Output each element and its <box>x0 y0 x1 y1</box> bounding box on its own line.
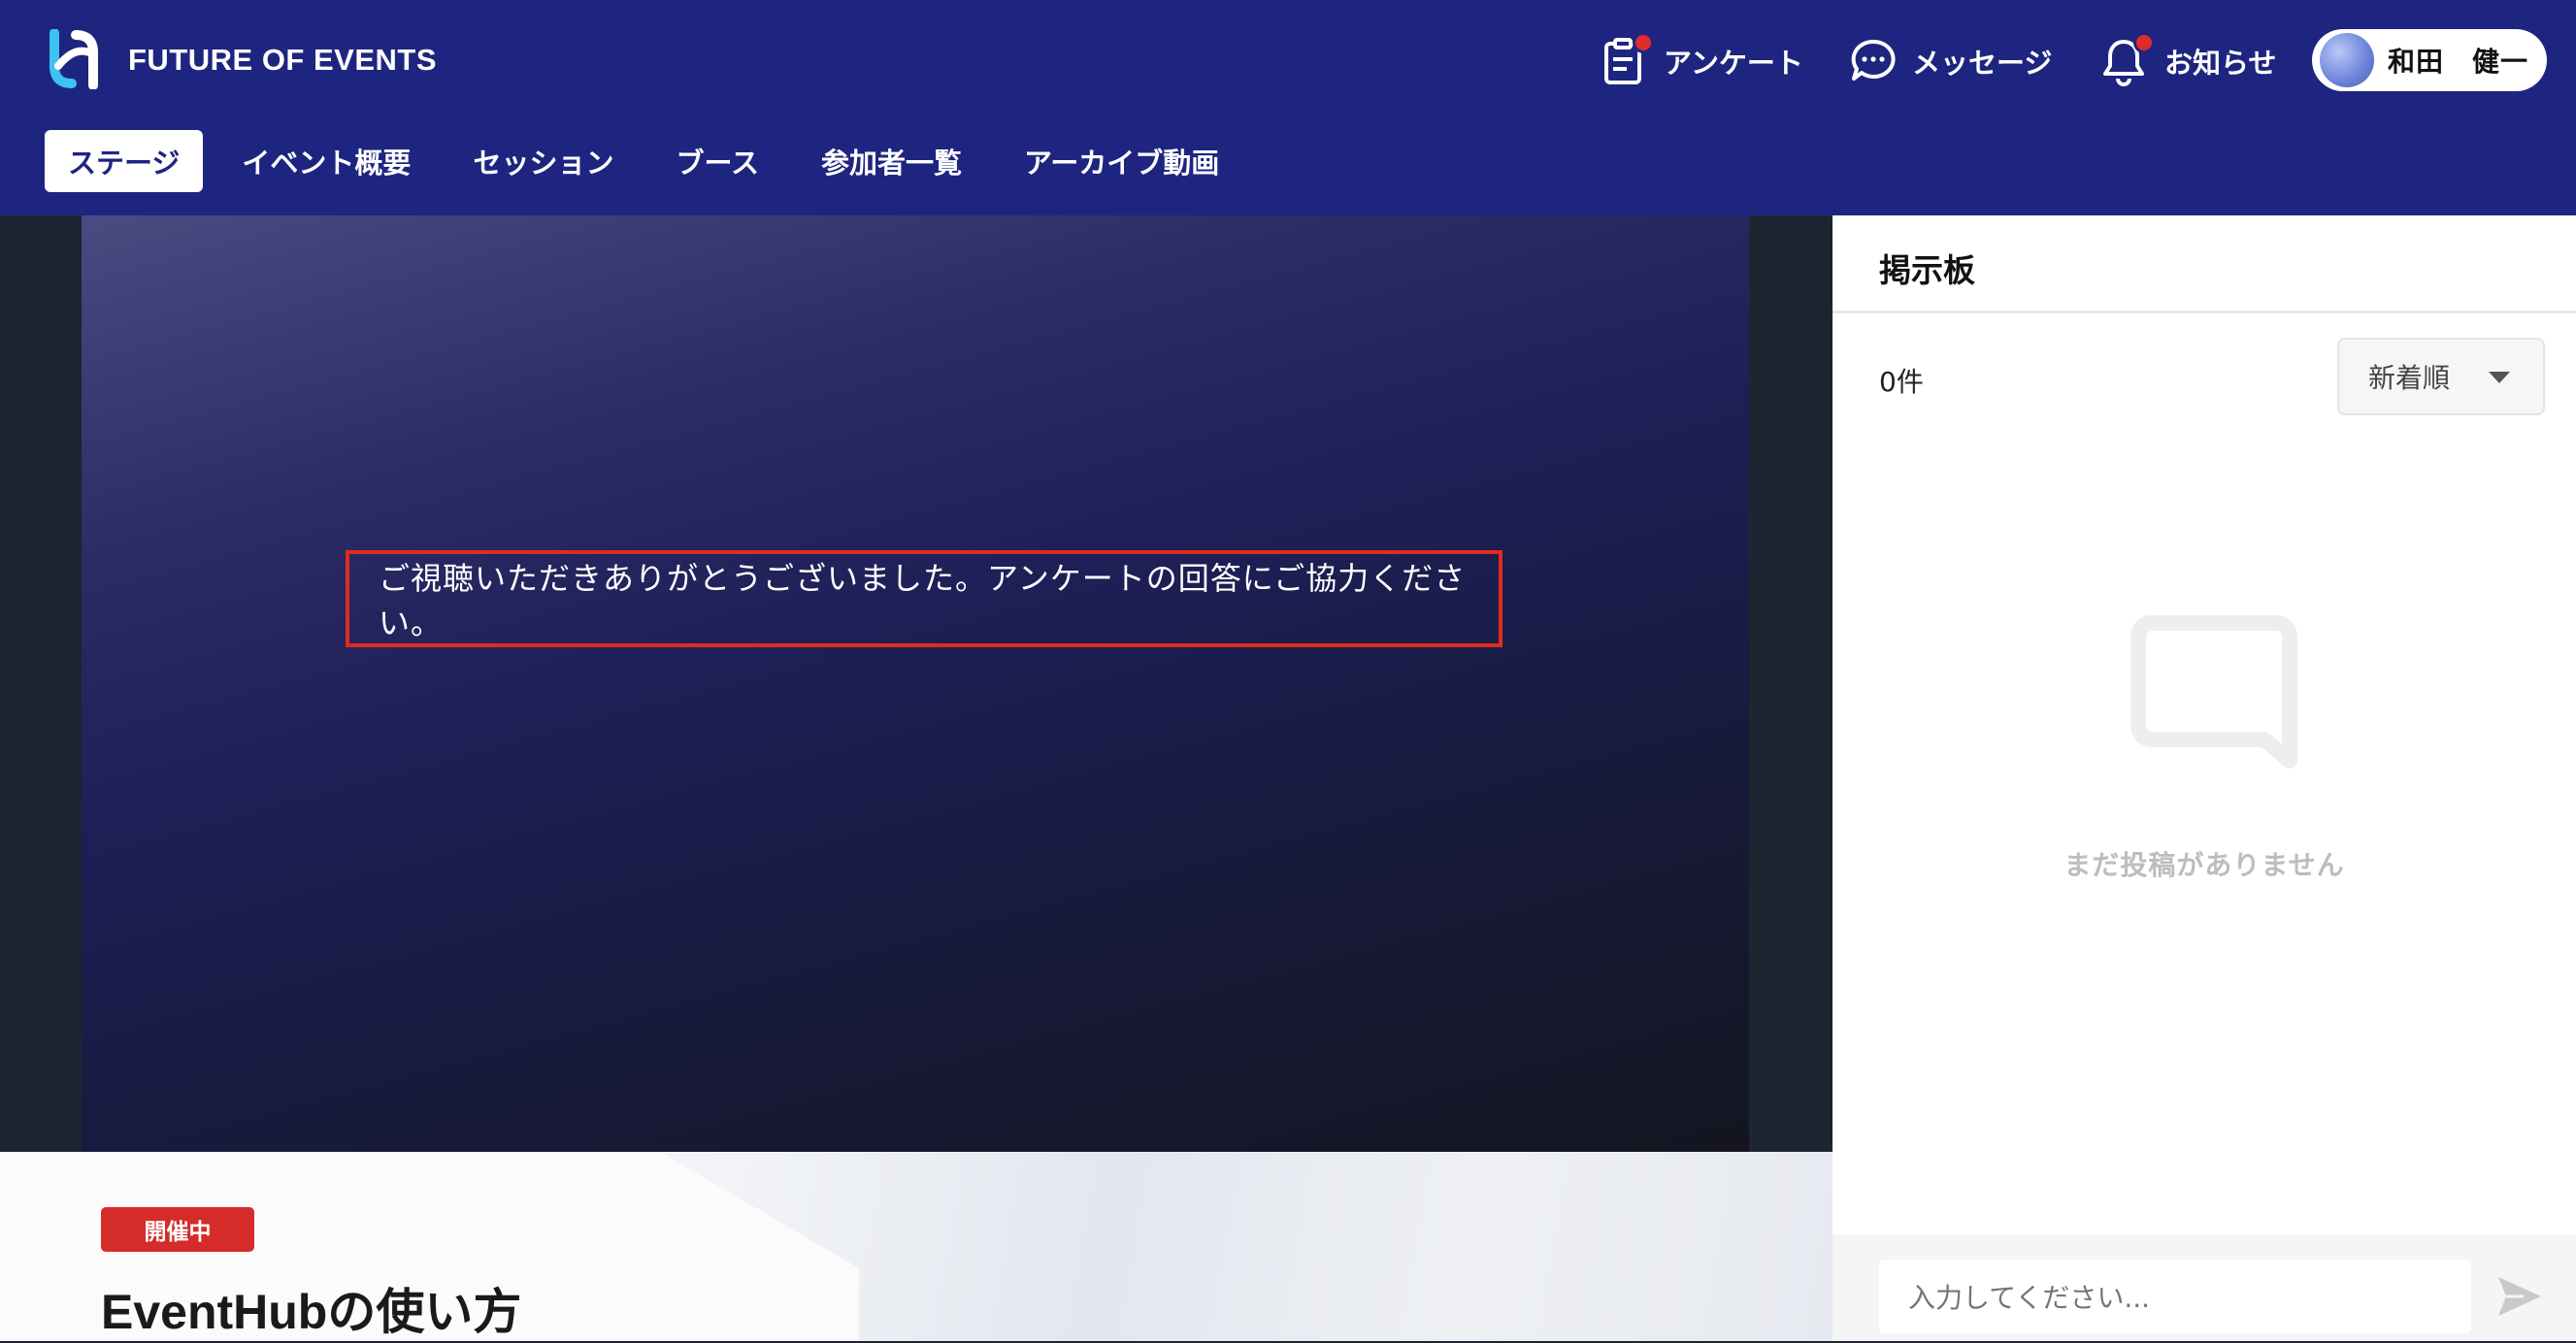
top-header: FUTURE OF EVENTS アンケート メッセージ お知らせ 和田 健一 … <box>0 0 2576 215</box>
stage-message: ご視聴いただきありがとうございました。アンケートの回答にご協力ください。 <box>346 550 1503 647</box>
send-icon[interactable] <box>2494 1273 2545 1320</box>
chevron-down-icon <box>2489 372 2510 383</box>
user-name: 和田 健一 <box>2388 46 2529 78</box>
messages-button[interactable]: メッセージ <box>1850 27 2052 95</box>
empty-chat-icon <box>2130 615 2297 769</box>
tab-sessions[interactable]: セッション <box>449 130 637 192</box>
post-count: 0件 <box>1879 366 1924 398</box>
notification-dot <box>1633 32 1654 53</box>
stage-margin-left <box>0 215 82 1152</box>
stage-margin-right <box>1749 215 1833 1152</box>
avatar <box>2320 33 2374 87</box>
post-input[interactable] <box>1879 1260 2471 1333</box>
messages-label: メッセージ <box>1912 47 2053 80</box>
notifications-label: お知らせ <box>2164 47 2277 80</box>
notification-dot <box>2133 32 2155 53</box>
divider <box>1833 311 2576 313</box>
survey-label: アンケート <box>1664 47 1803 80</box>
empty-message: まだ投稿がありません <box>2064 849 2345 881</box>
tab-archive-videos[interactable]: アーカイブ動画 <box>1001 130 1242 192</box>
tab-booths[interactable]: ブース <box>652 130 782 192</box>
main-nav: ステージ イベント概要 セッション ブース 参加者一覧 アーカイブ動画 <box>45 130 1258 192</box>
survey-button[interactable]: アンケート <box>1602 27 1803 95</box>
tab-event-overview[interactable]: イベント概要 <box>218 130 434 192</box>
status-badge: 開催中 <box>101 1207 254 1252</box>
sort-select[interactable]: 新着順 <box>2337 338 2545 415</box>
event-title: EventHubの使い方 <box>101 1285 522 1339</box>
brand-logo-icon[interactable] <box>45 29 103 89</box>
bell-icon <box>2102 32 2155 86</box>
notifications-button[interactable]: お知らせ <box>2102 27 2276 95</box>
user-menu[interactable]: 和田 健一 <box>2312 29 2547 91</box>
clipboard-icon <box>1602 32 1654 86</box>
sort-label: 新着順 <box>2368 362 2451 394</box>
stage-message-text: ご視聴いただきありがとうございました。アンケートの回答にご協力ください。 <box>379 560 1467 641</box>
tab-stage[interactable]: ステージ <box>45 130 204 192</box>
chat-icon <box>1850 36 1897 86</box>
video-player[interactable]: ご視聴いただきありがとうございました。アンケートの回答にご協力ください。 <box>82 215 1749 1152</box>
bulletin-board-panel: 掲示板 0件 新着順 まだ投稿がありません <box>1833 215 2576 1341</box>
tab-attendees[interactable]: 参加者一覧 <box>798 130 985 192</box>
brand-name[interactable]: FUTURE OF EVENTS <box>128 43 437 78</box>
panel-title: 掲示板 <box>1879 251 1975 289</box>
